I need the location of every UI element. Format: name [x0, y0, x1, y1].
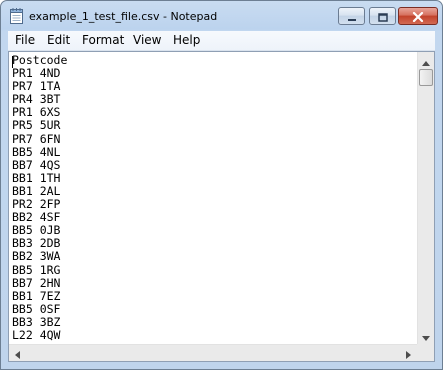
text-line: BB7 2HN	[12, 275, 61, 290]
text-line: PR1 4ND	[12, 66, 61, 81]
arrow-down-icon	[422, 326, 430, 345]
scroll-up-button[interactable]	[418, 52, 434, 69]
text-line: BB7 4QS	[12, 157, 61, 172]
text-line: BB1 2AL	[12, 183, 61, 198]
menu-format[interactable]: Format	[82, 33, 124, 47]
text-line: PR2 2FP	[12, 197, 61, 212]
notepad-window: example_1_test_file.csv - Notepad File E…	[0, 0, 443, 370]
maximize-icon	[377, 7, 388, 26]
close-icon	[412, 7, 424, 26]
vertical-scrollbar[interactable]	[417, 52, 434, 344]
text-content[interactable]: Postcode PR1 4ND PR7 1TA PR4 3BT PR1 6XS…	[12, 54, 416, 342]
text-line: BB3 3BZ	[12, 314, 61, 329]
menu-view[interactable]: View	[133, 33, 161, 47]
text-line: BB5 0JB	[12, 223, 61, 238]
window-title: example_1_test_file.csv - Notepad	[29, 10, 218, 23]
menu-file[interactable]: File	[15, 33, 35, 47]
menu-bar: File Edit Format View Help	[8, 31, 435, 51]
notepad-icon[interactable]	[10, 8, 23, 24]
arrow-left-icon	[15, 344, 20, 363]
text-line: PR4 3BT	[12, 92, 61, 107]
text-line: PR5 5UR	[12, 118, 61, 133]
title-bar[interactable]: example_1_test_file.csv - Notepad	[1, 1, 442, 31]
maximize-button[interactable]	[369, 7, 396, 25]
text-line: BB3 2DB	[12, 236, 61, 251]
text-line: BB2 3WA	[12, 249, 61, 264]
text-line: BB1 1TH	[12, 170, 61, 185]
text-line: BB5 1RG	[12, 262, 61, 277]
text-line: L22 4QW	[12, 327, 61, 342]
text-line: PR1 6XS	[12, 105, 61, 120]
scroll-left-button[interactable]	[9, 345, 26, 361]
text-line: Postcode	[12, 54, 68, 67]
horizontal-scrollbar[interactable]	[9, 344, 417, 361]
text-line: BB5 4NL	[12, 144, 61, 159]
text-line: BB2 4SF	[12, 210, 61, 225]
scrollbar-corner	[417, 344, 434, 361]
text-editor[interactable]: Postcode PR1 4ND PR7 1TA PR4 3BT PR1 6XS…	[8, 51, 435, 362]
menu-help[interactable]: Help	[173, 33, 200, 47]
arrow-right-icon	[406, 344, 411, 363]
scroll-down-button[interactable]	[418, 327, 434, 344]
minimize-icon	[347, 7, 357, 26]
text-line: BB5 0SF	[12, 301, 61, 316]
scroll-right-button[interactable]	[400, 345, 417, 361]
close-button[interactable]	[398, 7, 438, 25]
text-caret	[12, 56, 13, 68]
arrow-up-icon	[422, 51, 430, 70]
text-line: PR7 1TA	[12, 79, 61, 94]
text-line: BB1 7EZ	[12, 288, 61, 303]
minimize-button[interactable]	[338, 7, 365, 25]
vertical-scroll-thumb[interactable]	[419, 69, 433, 86]
text-line: PR7 6FN	[12, 131, 61, 146]
menu-edit[interactable]: Edit	[47, 33, 70, 47]
